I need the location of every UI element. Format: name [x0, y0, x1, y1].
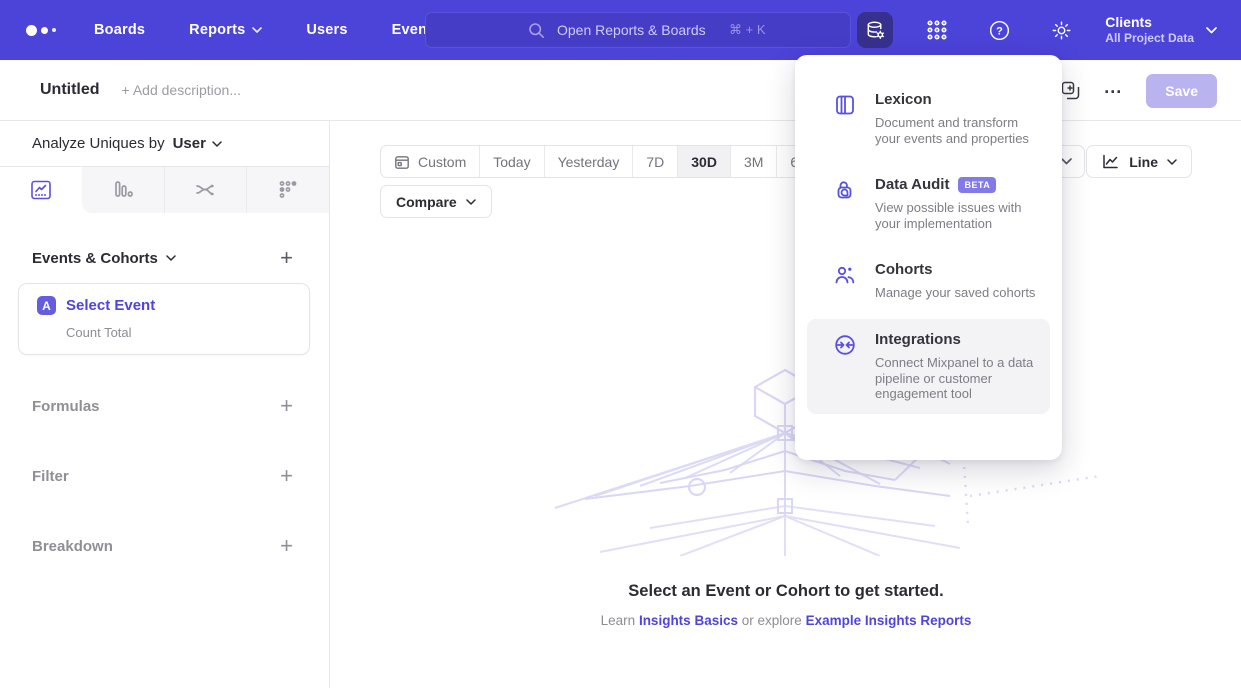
- line-chart-tab-icon: [29, 178, 53, 202]
- menu-item-data-audit[interactable]: Data Audit BETA View possible issues wit…: [807, 164, 1050, 243]
- top-navbar: Boards Reports Users Events ⌘ + K: [0, 0, 1241, 60]
- line-chart-icon: [1101, 152, 1120, 171]
- chevron-down-icon: [252, 27, 262, 33]
- formulas-header: Formulas: [32, 398, 100, 415]
- tab-bar-chart[interactable]: [82, 167, 164, 213]
- menu-item-description: Connect Mixpanel to a data pipeline or c…: [875, 355, 1040, 402]
- cohorts-icon: [833, 261, 857, 301]
- insights-basics-link[interactable]: Insights Basics: [639, 613, 738, 628]
- primary-nav: Boards Reports Users Events: [94, 22, 440, 38]
- empty-state-subtitle: Learn Insights Basics or explore Example…: [331, 613, 1241, 628]
- svg-text:?: ?: [996, 25, 1003, 37]
- empty-state-title: Select an Event or Cohort to get started…: [331, 582, 1241, 601]
- menu-item-integrations[interactable]: Integrations Connect Mixpanel to a data …: [807, 319, 1050, 414]
- chevron-down-icon: [1061, 158, 1072, 165]
- navbar-actions: ? Clients All Project Data: [857, 0, 1217, 60]
- report-description-placeholder[interactable]: + Add description...: [122, 82, 241, 98]
- bar-chart-tab-icon: [111, 178, 135, 202]
- date-range-yesterday[interactable]: Yesterday: [545, 146, 634, 177]
- events-cohorts-header[interactable]: Events & Cohorts: [32, 250, 176, 267]
- nav-boards[interactable]: Boards: [94, 22, 145, 38]
- date-range-30d[interactable]: 30D: [678, 146, 731, 177]
- report-canvas: Custom Today Yesterday 7D 30D 3M 6M Comp…: [331, 121, 1241, 688]
- menu-item-cohorts[interactable]: Cohorts Manage your saved cohorts: [807, 249, 1050, 313]
- chevron-down-icon: [166, 255, 176, 261]
- event-card[interactable]: A Select Event Count Total: [18, 283, 310, 355]
- add-breakdown-button[interactable]: +: [280, 535, 293, 557]
- project-switcher[interactable]: Clients All Project Data: [1105, 14, 1217, 47]
- help-button[interactable]: ?: [981, 12, 1017, 48]
- search-input[interactable]: [557, 22, 727, 38]
- chevron-down-icon: [212, 141, 222, 147]
- nav-users[interactable]: Users: [306, 22, 347, 38]
- data-management-button[interactable]: [857, 12, 893, 48]
- org-name: Clients: [1105, 14, 1194, 32]
- date-range-today[interactable]: Today: [480, 146, 544, 177]
- menu-item-description: Document and transform your events and p…: [875, 115, 1040, 146]
- duplicate-icon: [1061, 81, 1080, 100]
- search-icon: [528, 22, 545, 39]
- analyze-entity-dropdown[interactable]: User: [173, 135, 222, 152]
- menu-item-title: Lexicon: [875, 91, 1040, 108]
- chevron-down-icon: [466, 199, 476, 205]
- help-icon: ?: [988, 19, 1011, 42]
- menu-item-title: Cohorts: [875, 261, 1035, 278]
- chevron-down-icon: [1167, 159, 1177, 165]
- save-button[interactable]: Save: [1146, 74, 1217, 108]
- menu-item-description: View possible issues with your implement…: [875, 200, 1040, 231]
- search-shortcut: ⌘ + K: [729, 22, 766, 38]
- report-title[interactable]: Untitled: [40, 81, 100, 99]
- example-reports-link[interactable]: Example Insights Reports: [806, 613, 972, 628]
- date-range-custom[interactable]: Custom: [381, 146, 480, 177]
- apps-grid-icon: [926, 19, 948, 41]
- tab-insights-line[interactable]: [0, 167, 82, 213]
- filter-section: Filter +: [0, 465, 329, 487]
- add-event-button[interactable]: +: [280, 247, 293, 269]
- breakdown-section: Breakdown +: [0, 535, 329, 557]
- compare-button[interactable]: Compare: [380, 185, 492, 218]
- more-options-button[interactable]: ...: [1104, 87, 1122, 95]
- chart-type-dropdown[interactable]: Line: [1086, 145, 1192, 178]
- event-aggregation-label[interactable]: Count Total: [66, 325, 295, 340]
- tab-flow[interactable]: [164, 167, 247, 213]
- menu-item-title: Integrations: [875, 331, 1040, 348]
- menu-item-lexicon[interactable]: Lexicon Document and transform your even…: [807, 79, 1050, 158]
- dots-grid-tab-icon: [276, 178, 300, 202]
- duplicate-button[interactable]: [1061, 81, 1080, 100]
- data-audit-icon: [833, 176, 857, 231]
- gear-icon: [1050, 19, 1073, 42]
- chevron-down-icon: [1206, 27, 1217, 34]
- global-search[interactable]: ⌘ + K: [425, 12, 851, 48]
- breakdown-header: Breakdown: [32, 538, 113, 555]
- menu-item-description: Manage your saved cohorts: [875, 285, 1035, 301]
- data-management-menu: Lexicon Document and transform your even…: [795, 55, 1062, 460]
- tab-segmentation[interactable]: [246, 167, 329, 213]
- select-event-label[interactable]: Select Event: [66, 297, 155, 314]
- project-name: All Project Data: [1105, 31, 1194, 46]
- menu-item-title: Data Audit BETA: [875, 176, 1040, 193]
- date-range-3m[interactable]: 3M: [731, 146, 777, 177]
- event-letter-badge: A: [37, 296, 56, 315]
- integrations-icon: [833, 331, 857, 402]
- date-range-7d[interactable]: 7D: [633, 146, 678, 177]
- settings-button[interactable]: [1043, 12, 1079, 48]
- apps-grid-button[interactable]: [919, 12, 955, 48]
- analyze-label: Analyze Uniques by: [32, 135, 165, 152]
- query-builder-sidebar: Analyze Uniques by User: [0, 121, 330, 688]
- formulas-section: Formulas +: [0, 395, 329, 417]
- calendar-icon: [394, 154, 410, 170]
- lexicon-icon: [833, 91, 857, 146]
- add-filter-button[interactable]: +: [280, 465, 293, 487]
- flow-tab-icon: [193, 178, 217, 202]
- beta-badge: BETA: [958, 177, 996, 193]
- analyze-row: Analyze Uniques by User: [0, 121, 329, 167]
- database-gear-icon: [864, 19, 887, 42]
- events-cohorts-section: Events & Cohorts + A Select Event Count …: [0, 247, 329, 355]
- nav-reports[interactable]: Reports: [189, 22, 262, 38]
- chart-type-tabs: [0, 167, 329, 213]
- mixpanel-insights-app: Boards Reports Users Events ⌘ + K: [0, 0, 1241, 688]
- mixpanel-logo[interactable]: [26, 25, 56, 36]
- filter-header: Filter: [32, 468, 69, 485]
- add-formula-button[interactable]: +: [280, 395, 293, 417]
